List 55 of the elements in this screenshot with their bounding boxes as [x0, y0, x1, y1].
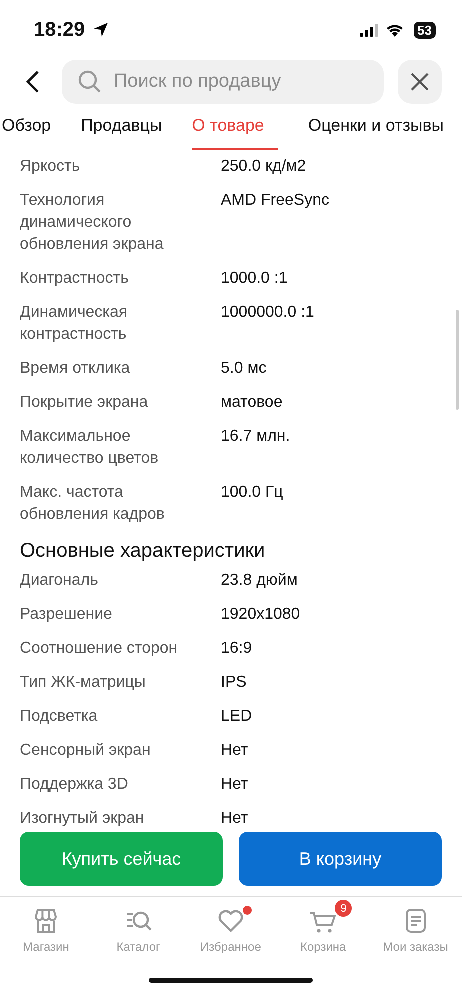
location-arrow-icon [93, 22, 110, 38]
back-icon[interactable] [26, 70, 40, 94]
spec-label: Разрешение [20, 605, 114, 625]
spec-label: Макс. частота обновления кадров [20, 483, 166, 525]
cart-count: 9 [335, 900, 352, 917]
close-icon [410, 72, 430, 92]
spec-value: 100.0 Гц [221, 483, 284, 503]
spec-value: LED [221, 707, 252, 727]
nav-item[interactable]: Магазин [1, 899, 92, 961]
spec-label: Время отклика [20, 359, 132, 379]
spec-label: Соотношение сторон [20, 639, 179, 659]
tab[interactable]: Продавцы [81, 116, 162, 150]
spec-value: 1920x1080 [221, 605, 300, 625]
spec-label: Покрытие экрана [20, 393, 150, 413]
spec-value: Нет [221, 775, 248, 795]
buy-now-button[interactable]: Купить сейчас [20, 832, 223, 886]
nav-item[interactable]: Каталог [94, 899, 184, 961]
section-title: Основные характеристики [20, 539, 266, 564]
spec-value: 250.0 кд/м2 [221, 157, 306, 177]
spec-value: 1000000.0 :1 [221, 303, 314, 323]
spec-label: Технология динамического обновления экрана [20, 191, 165, 255]
signal-icon [360, 24, 380, 36]
spec-label: Динамическая контрастность [20, 303, 129, 345]
spec-value: Нет [221, 741, 248, 761]
wifi-icon [386, 24, 404, 36]
spec-label: Контрастность [20, 269, 130, 289]
close-button[interactable] [398, 60, 442, 104]
spec-value: 16.7 млн. [221, 427, 290, 447]
battery-level: 53 [414, 22, 436, 38]
spec-value: 23.8 дюйм [221, 571, 298, 591]
spec-value: 1000.0 :1 [221, 269, 288, 289]
spec-label: Изогнутый экран [20, 809, 146, 829]
spec-label: Подсветка [20, 707, 99, 727]
search-field[interactable]: Поиск по продавцу [62, 60, 384, 104]
spec-label: Поддержка 3D [20, 775, 130, 795]
spec-value: 5.0 мс [221, 359, 267, 379]
nav-item[interactable]: 9 Корзина [278, 899, 368, 961]
status-time: 18:29 [34, 18, 86, 42]
tab[interactable]: О товаре [192, 116, 278, 150]
tab[interactable]: Оценки и отзывы [308, 116, 444, 150]
nav-item[interactable]: Мои заказы [370, 899, 461, 961]
spec-label: Яркость [20, 157, 82, 177]
spec-value: 16:9 [221, 639, 252, 659]
nav-item[interactable]: Избранное [186, 899, 276, 961]
spec-label: Максимальное количество цветов [20, 427, 160, 469]
spec-label: Сенсорный экран [20, 741, 152, 761]
spec-label: Тип ЖК-матрицы [20, 673, 147, 693]
spec-value: матовое [221, 393, 283, 413]
spec-value: IPS [221, 673, 247, 693]
spec-label: Диагональ [20, 571, 100, 591]
search-icon [78, 70, 102, 94]
spec-value: AMD FreeSync [221, 191, 330, 211]
spec-value: Нет [221, 809, 248, 829]
tab[interactable]: Обзор [2, 116, 52, 150]
add-to-cart-button[interactable]: В корзину [239, 832, 442, 886]
